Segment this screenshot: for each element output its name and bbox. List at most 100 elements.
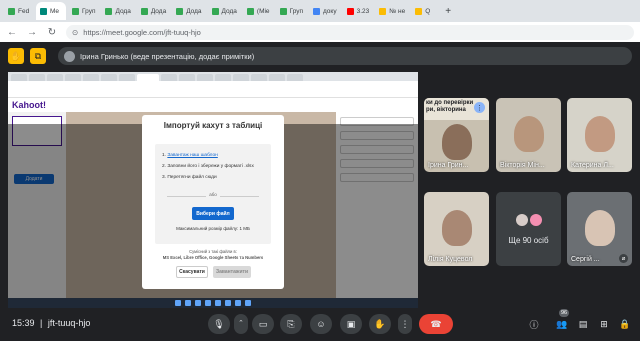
shared-address-bar: [8, 81, 418, 90]
browser-tab[interactable]: Q: [411, 2, 441, 20]
tab-label: Груп: [82, 7, 96, 15]
forward-icon[interactable]: →: [26, 27, 38, 38]
camera-icon[interactable]: ▭: [252, 314, 274, 334]
browser-tab[interactable]: Дода: [137, 2, 170, 20]
meeting-code: jft-tuuq-hjo: [47, 318, 91, 328]
mic-icon[interactable]: 🎙: [208, 314, 230, 334]
step-3: 3. Перетягни файл сюди: [162, 175, 217, 180]
more-options-icon[interactable]: ⋮: [398, 314, 412, 334]
sheets-icon: [246, 7, 254, 15]
participant-video: [585, 210, 615, 246]
sheets-icon: [279, 7, 287, 15]
tab-label: Дода: [115, 7, 131, 15]
participant-name: Катерина Л...: [571, 162, 614, 169]
new-tab-icon[interactable]: +: [445, 6, 451, 17]
site-info-icon[interactable]: ⊙: [72, 28, 78, 37]
tab-label: Дода: [186, 7, 202, 15]
browser-tab[interactable]: Me: [36, 2, 66, 20]
url-text: https://meet.google.com/jft-tuuq-hjo: [83, 27, 201, 37]
tab-label: (Міе: [256, 7, 270, 15]
more-participants-tile[interactable]: Ще 90 осіб: [496, 192, 561, 266]
compatibility-note: Сумісний з такі файли в: MS Excel, Libre…: [162, 249, 264, 260]
back-icon[interactable]: ←: [6, 27, 18, 38]
browser-tab[interactable]: 3.23: [343, 2, 374, 20]
presenter-banner: Ірина Гринько (веде презентацію, додає п…: [58, 47, 632, 65]
captions-icon[interactable]: ⎘: [280, 314, 302, 334]
shared-tab-strip: [8, 72, 418, 81]
info-icon[interactable]: ⓘ: [527, 317, 541, 331]
browser-tab[interactable]: доку: [309, 2, 341, 20]
download-button: Завантажити: [213, 266, 251, 278]
activities-icon[interactable]: ⊞: [597, 317, 611, 331]
participant-tile[interactable]: Вікторія Мін...: [496, 98, 561, 172]
yt-icon: [346, 7, 354, 15]
tab-label: 3.23: [356, 7, 370, 15]
participants-count-badge: 96: [559, 309, 570, 317]
emoji-icon[interactable]: ☺: [310, 314, 332, 334]
dropzone: 1. Завантаж наш шаблон 2. Заповни його і…: [155, 144, 271, 244]
mic-options-icon[interactable]: ˆ: [234, 314, 248, 334]
host-controls-icon[interactable]: 🔒: [618, 317, 632, 331]
sheets-icon: [8, 7, 15, 15]
chat-icon[interactable]: ▤: [576, 317, 590, 331]
participant-tile[interactable]: Лілія Куцевол: [424, 192, 489, 266]
meet-controls: 15:39 | jft-tuuq-hjo 🎙 ˆ ▭ ⎘ ☺ ▣ ✋ ⋮ ☎ ⓘ…: [0, 308, 640, 341]
presenter-avatar: [64, 50, 75, 62]
browser-tab[interactable]: № не: [375, 2, 409, 20]
participant-tile[interactable]: Сергій ... ⌀: [567, 192, 632, 266]
reload-icon[interactable]: ↻: [46, 27, 58, 38]
download-template-link: Завантаж наш шаблон: [167, 153, 218, 158]
browser-tab[interactable]: Дода: [172, 2, 205, 20]
meet-header: ✋ ⧉ Ірина Гринько (веде презентацію, дод…: [0, 42, 640, 70]
meet-icon: [40, 7, 47, 15]
hand-icon[interactable]: ✋: [8, 48, 24, 64]
raise-hand-icon[interactable]: ✋: [369, 314, 391, 334]
presenter-text: Ірина Гринько (веде презентацію, додає п…: [80, 51, 255, 61]
kahoot-logo: Kahoot!: [12, 100, 46, 110]
tab-label: Дода: [150, 7, 167, 15]
other-icon: [415, 7, 423, 15]
kahoot-header: Kahoot!: [8, 98, 418, 112]
participant-tile[interactable]: ки до перевірки ри, вікторина ⋮ Ірина Гр…: [424, 98, 489, 172]
url-field[interactable]: ⊙ https://meet.google.com/jft-tuuq-hjo: [66, 24, 634, 40]
sheets-icon: [72, 7, 79, 15]
docs-icon: [313, 7, 321, 15]
participant-name: Вікторія Мін...: [500, 162, 545, 169]
participant-video: [442, 124, 472, 160]
browser-tab[interactable]: Fed: [4, 2, 34, 20]
participant-video: [442, 210, 472, 246]
sheets-icon: [105, 7, 113, 15]
browser-tab[interactable]: Груп: [276, 2, 307, 20]
participant-tile[interactable]: Катерина Л...: [567, 98, 632, 172]
browser-tab[interactable]: (Міе: [243, 2, 274, 20]
sheets-icon: [176, 7, 184, 15]
sheets-icon: [140, 7, 148, 15]
more-participants-label: Ще 90 осіб: [508, 236, 549, 245]
browser-tab-bar: Fed Me Груп Дода Дода Дода Дода (Міе Груп доку 3.2…: [0, 0, 640, 22]
leave-call-button[interactable]: ☎: [419, 314, 453, 334]
meeting-info: 15:39 | jft-tuuq-hjo: [12, 318, 91, 328]
tab-label: доку: [323, 7, 337, 15]
browser-tab[interactable]: Дода: [208, 2, 241, 20]
participant-name: Сергій ...: [571, 256, 600, 263]
avatar-group: [516, 214, 542, 226]
pip-icon[interactable]: ⧉: [30, 48, 46, 64]
participant-video: [585, 116, 615, 152]
browser-tab[interactable]: Дода: [101, 2, 134, 20]
tab-label: Груп: [289, 7, 304, 15]
step-2: 2. Заповни його і збережи у форматі .xls…: [162, 164, 254, 169]
participant-name: Лілія Куцевол: [428, 256, 473, 263]
tab-label: Q: [425, 7, 431, 15]
sheets-icon: [211, 7, 219, 15]
people-icon[interactable]: 👥: [555, 317, 569, 331]
tab-label: Me: [50, 7, 60, 15]
tab-label: Fed: [18, 7, 30, 15]
browser-tab[interactable]: Груп: [68, 2, 99, 20]
cancel-button: Скасувати: [176, 266, 208, 278]
present-icon[interactable]: ▣: [340, 314, 362, 334]
more-options-icon[interactable]: ⋮: [474, 102, 485, 113]
tab-label: Дода: [221, 7, 237, 15]
choose-file-button: Вибери файл: [192, 207, 234, 220]
participant-video: [514, 116, 544, 152]
step-1: 1. Завантаж наш шаблон: [162, 153, 218, 158]
